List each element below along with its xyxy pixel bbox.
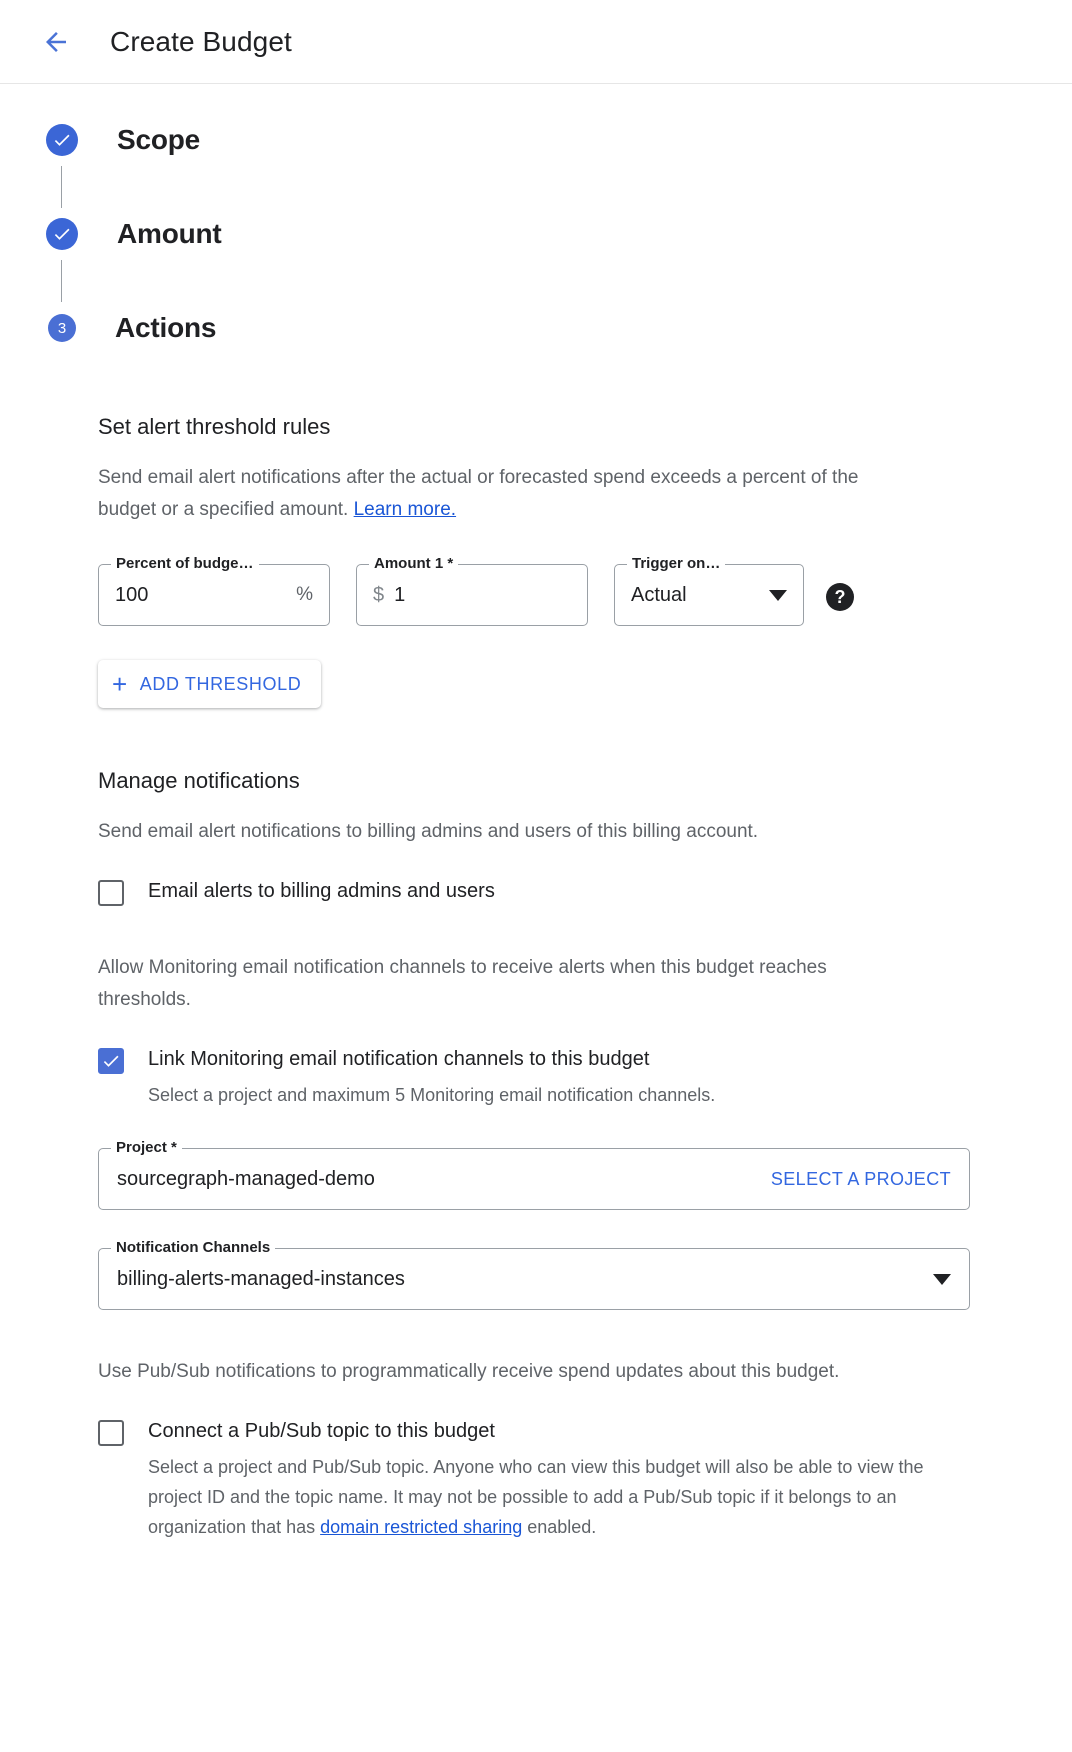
pubsub-label: Connect a Pub/Sub topic to this budget bbox=[148, 1420, 495, 1442]
manage-notifications-heading: Manage notifications bbox=[98, 768, 300, 793]
email-alerts-text: Email alerts to billing admins and users bbox=[148, 878, 495, 904]
percent-of-budget-value[interactable]: 100 bbox=[115, 584, 288, 607]
check-icon bbox=[52, 130, 72, 150]
pubsub-sub-part2: enabled. bbox=[522, 1517, 597, 1537]
link-monitoring-checkbox-row[interactable]: Link Monitoring email notification chann… bbox=[98, 1046, 1032, 1110]
stepper-step-amount[interactable]: Amount bbox=[0, 208, 1072, 260]
monitoring-note: Allow Monitoring email notification chan… bbox=[98, 957, 827, 1010]
stepper-label-actions: Actions bbox=[115, 312, 217, 343]
chevron-down-icon[interactable] bbox=[769, 589, 787, 601]
alert-threshold-description-text: Send email alert notifications after the… bbox=[98, 467, 859, 520]
pubsub-note: Use Pub/Sub notifications to programmati… bbox=[98, 1361, 840, 1382]
chevron-down-icon[interactable] bbox=[933, 1273, 951, 1285]
learn-more-link[interactable]: Learn more. bbox=[354, 499, 456, 520]
app-bar: Create Budget bbox=[0, 0, 1072, 84]
step-complete-marker bbox=[46, 124, 78, 156]
actions-panel: Set alert threshold rules Send email ale… bbox=[0, 414, 1072, 1542]
email-alerts-label: Email alerts to billing admins and users bbox=[148, 880, 495, 902]
trigger-on-value: Actual bbox=[631, 583, 687, 606]
stepper-connector-1 bbox=[61, 166, 62, 208]
stepper: Scope Amount 3 Actions bbox=[0, 84, 1072, 354]
notification-channels-field[interactable]: Notification Channels billing-alerts-man… bbox=[98, 1239, 970, 1310]
step-complete-marker bbox=[46, 218, 78, 250]
page-title: Create Budget bbox=[110, 25, 292, 57]
percent-of-budget-label: Percent of budge… bbox=[111, 555, 259, 572]
project-field-value: sourcegraph-managed-demo bbox=[117, 1167, 375, 1190]
currency-prefix: $ bbox=[373, 583, 385, 606]
link-monitoring-checkbox[interactable] bbox=[98, 1048, 124, 1074]
stepper-label-amount: Amount bbox=[117, 218, 222, 249]
threshold-rule-row: Percent of budge… 100 % Amount 1 * $ 1 T… bbox=[98, 555, 1032, 626]
back-button[interactable] bbox=[30, 16, 82, 68]
step-number-marker: 3 bbox=[48, 314, 76, 342]
trigger-on-select[interactable]: Trigger on… Actual bbox=[614, 555, 804, 626]
percent-of-budget-field[interactable]: Percent of budge… 100 % bbox=[98, 555, 330, 626]
plus-icon: + bbox=[112, 669, 128, 699]
email-alerts-checkbox-row[interactable]: Email alerts to billing admins and users bbox=[98, 878, 1032, 906]
alert-threshold-description: Send email alert notifications after the… bbox=[98, 462, 918, 526]
project-field-label: Project * bbox=[111, 1139, 182, 1156]
arrow-left-icon bbox=[41, 27, 71, 57]
notification-channels-value: billing-alerts-managed-instances bbox=[117, 1267, 405, 1290]
pubsub-checkbox-row[interactable]: Connect a Pub/Sub topic to this budget S… bbox=[98, 1418, 1032, 1542]
stepper-label-scope: Scope bbox=[117, 124, 201, 155]
stepper-connector-2 bbox=[61, 260, 62, 302]
add-threshold-label: ADD THRESHOLD bbox=[139, 673, 302, 694]
stepper-step-scope[interactable]: Scope bbox=[0, 114, 1072, 166]
amount-1-value[interactable]: 1 bbox=[394, 584, 571, 607]
stepper-step-actions[interactable]: 3 Actions bbox=[0, 302, 1072, 354]
manage-notifications-description: Send email alert notifications to billin… bbox=[98, 821, 759, 842]
pubsub-sub: Select a project and Pub/Sub topic. Anyo… bbox=[148, 1452, 938, 1542]
project-field[interactable]: Project * sourcegraph-managed-demo SELEC… bbox=[98, 1139, 970, 1210]
add-threshold-button[interactable]: + ADD THRESHOLD bbox=[98, 660, 322, 708]
percent-suffix: % bbox=[296, 584, 313, 605]
email-alerts-checkbox[interactable] bbox=[98, 880, 124, 906]
link-monitoring-text: Link Monitoring email notification chann… bbox=[148, 1046, 715, 1110]
amount-1-label: Amount 1 * bbox=[369, 555, 459, 572]
pubsub-text: Connect a Pub/Sub topic to this budget S… bbox=[148, 1418, 938, 1542]
alert-threshold-heading: Set alert threshold rules bbox=[98, 414, 331, 439]
help-icon[interactable]: ? bbox=[826, 583, 854, 611]
notification-channels-label: Notification Channels bbox=[111, 1239, 276, 1256]
trigger-on-label: Trigger on… bbox=[627, 555, 726, 572]
check-icon bbox=[101, 1051, 121, 1071]
link-monitoring-label: Link Monitoring email notification chann… bbox=[148, 1048, 650, 1070]
select-a-project-button[interactable]: SELECT A PROJECT bbox=[771, 1169, 951, 1190]
amount-1-field[interactable]: Amount 1 * $ 1 bbox=[356, 555, 588, 626]
trigger-on-group: Trigger on… Actual ? bbox=[614, 555, 854, 626]
domain-restricted-sharing-link[interactable]: domain restricted sharing bbox=[320, 1517, 522, 1537]
link-monitoring-sub: Select a project and maximum 5 Monitorin… bbox=[148, 1085, 716, 1105]
check-icon bbox=[52, 224, 72, 244]
pubsub-checkbox[interactable] bbox=[98, 1420, 124, 1446]
